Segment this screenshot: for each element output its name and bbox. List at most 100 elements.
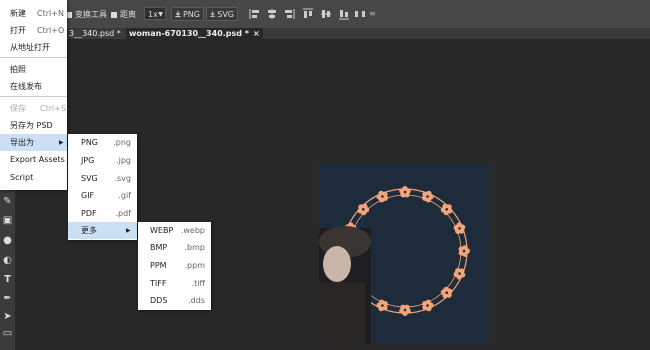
dodge-icon[interactable]: ◐ [2, 255, 13, 266]
menu-item-open[interactable]: 打开 Ctrl+O [0, 22, 67, 39]
eraser-icon[interactable]: ✎ [2, 196, 13, 207]
menu-item-label: 从地址打开 [10, 43, 50, 52]
submenu-arrow-icon: ▶ [126, 227, 131, 234]
document-tabs: 3__340.psd *× woman-670130__340.psd * × [0, 28, 650, 39]
menu-item-publish-online[interactable]: 在线发布 [0, 78, 67, 95]
menu-item-extension: .dds [188, 296, 205, 305]
menu-item-label: Script [10, 173, 34, 182]
menu-item-extension: .png [113, 138, 131, 147]
menu-item-extension: .webp [180, 226, 205, 235]
menu-item-label: Export Assets [10, 155, 65, 164]
flower-decoration [422, 190, 434, 203]
menu-item-take-photo[interactable]: 拍照 [0, 61, 67, 78]
menu-item-new[interactable]: 新建 Ctrl+N [0, 5, 67, 22]
align-center-icon[interactable] [266, 8, 278, 20]
pen-icon[interactable]: ✒ [2, 293, 13, 304]
menu-item-script[interactable]: Script [0, 169, 67, 186]
menu-separator [0, 96, 67, 97]
transform-3d-icon[interactable]: ≡ [369, 9, 376, 18]
align-bottom-icon[interactable] [338, 8, 350, 20]
close-icon[interactable]: × [253, 29, 260, 38]
menu-item-label: BMP [150, 243, 168, 252]
menu-item-export-svg[interactable]: SVG .svg [68, 170, 137, 187]
menu-item-export-gif[interactable]: GIF .gif [68, 187, 137, 204]
menu-item-shortcut: Ctrl+O [37, 26, 65, 35]
menu-item-export-png[interactable]: PNG .png [68, 134, 137, 151]
menu-item-shortcut: Ctrl+N [37, 9, 64, 18]
transform-controls-label: 变换工具 [75, 10, 107, 19]
tab-label: 3__340.psd * [69, 29, 121, 38]
menu-item-label: SVG [81, 174, 98, 183]
download-png-button[interactable]: PNG [171, 7, 204, 21]
flower-decoration [440, 203, 453, 216]
caret-down-icon: ▼ [158, 11, 163, 18]
menu-item-export-bmp[interactable]: BMP .bmp [138, 239, 211, 256]
download-svg-label: SVG [217, 9, 234, 19]
flower-decoration [453, 222, 466, 234]
menu-item-export-more[interactable]: 更多 ▶ [68, 222, 137, 239]
menu-item-save-as-psd[interactable]: 另存为 PSD [0, 117, 67, 134]
menu-item-export-ppm[interactable]: PPM .ppm [138, 257, 211, 274]
distances-label: 距离 [120, 10, 136, 19]
menu-item-export-pdf[interactable]: PDF .pdf [68, 205, 137, 222]
menu-item-export-jpg[interactable]: JPG .jpg [68, 152, 137, 169]
menu-item-label: 拍照 [10, 65, 26, 74]
menu-item-label: 导出为 [10, 138, 34, 147]
download-icon [175, 11, 181, 18]
align-middle-icon[interactable] [320, 8, 332, 20]
menu-item-label: TIFF [150, 279, 167, 288]
menu-item-label: 在线发布 [10, 82, 42, 91]
menu-item-label: JPG [81, 156, 95, 165]
menu-item-open-url[interactable]: 从地址打开 [0, 39, 67, 56]
menu-item-extension: .jpg [116, 156, 131, 165]
more-formats-submenu: WEBP .webp BMP .bmp PPM .ppm TIFF .tiff … [138, 222, 211, 310]
menu-item-export-tiff[interactable]: TIFF .tiff [138, 275, 211, 292]
flower-decoration [376, 190, 388, 203]
flower-decoration [357, 203, 370, 216]
zoom-value: 1x [148, 10, 158, 19]
menu-item-export-dds[interactable]: DDS .dds [138, 292, 211, 309]
submenu-arrow-icon: ▶ [59, 139, 64, 146]
menu-item-shortcut: Ctrl+S [40, 104, 67, 113]
menu-item-label: 保存 [10, 104, 26, 113]
flower-decoration [458, 245, 470, 257]
zoom-select[interactable]: 1x ▼ [144, 7, 166, 20]
blur-icon[interactable]: ● [2, 235, 13, 246]
rectangle-icon[interactable]: ▭ [2, 328, 13, 339]
menu-item-extension: .ppm [184, 261, 206, 270]
download-png-label: PNG [182, 9, 200, 19]
path-select-icon[interactable]: ➤ [2, 311, 13, 322]
menu-item-label: 打开 [10, 26, 26, 35]
tab-document-1[interactable]: 3__340.psd *× [66, 28, 134, 39]
menu-item-label: GIF [81, 191, 95, 200]
menu-item-label: 更多 [81, 226, 97, 235]
distribute-icon[interactable] [354, 8, 366, 20]
menu-item-extension: .svg [114, 174, 131, 183]
download-svg-button[interactable]: SVG [206, 7, 238, 21]
menu-item-export-assets[interactable]: Export Assets [0, 151, 67, 168]
menu-item-save[interactable]: 保存 Ctrl+S [0, 100, 67, 117]
gradient-icon[interactable]: ▣ [2, 215, 13, 226]
tab-label: woman-670130__340.psd * [129, 29, 249, 38]
align-left-icon[interactable] [249, 8, 261, 20]
tab-document-2[interactable]: woman-670130__340.psd * × [126, 28, 263, 39]
menu-item-label: 另存为 PSD [10, 121, 53, 130]
flower-decoration [453, 268, 466, 280]
download-icon [210, 11, 215, 17]
canvas-artwork [319, 186, 470, 344]
menu-item-label: PPM [150, 261, 167, 270]
menu-separator [0, 57, 67, 58]
transform-controls-option[interactable]: 变换工具 [66, 9, 107, 20]
menu-item-label: PDF [81, 209, 97, 218]
menu-item-extension: .tiff [191, 279, 205, 288]
align-right-icon[interactable] [283, 8, 295, 20]
menu-item-export-as[interactable]: 导出为 ▶ [0, 134, 67, 151]
distances-option[interactable]: 距离 [111, 9, 136, 20]
menu-item-export-webp[interactable]: WEBP .webp [138, 222, 211, 239]
flower-decoration [399, 304, 411, 316]
align-top-icon[interactable] [302, 8, 314, 20]
menu-item-extension: .gif [118, 191, 131, 200]
flower-decoration [399, 186, 411, 198]
text-tool-icon[interactable]: T [2, 274, 13, 285]
document-canvas[interactable] [319, 164, 489, 344]
